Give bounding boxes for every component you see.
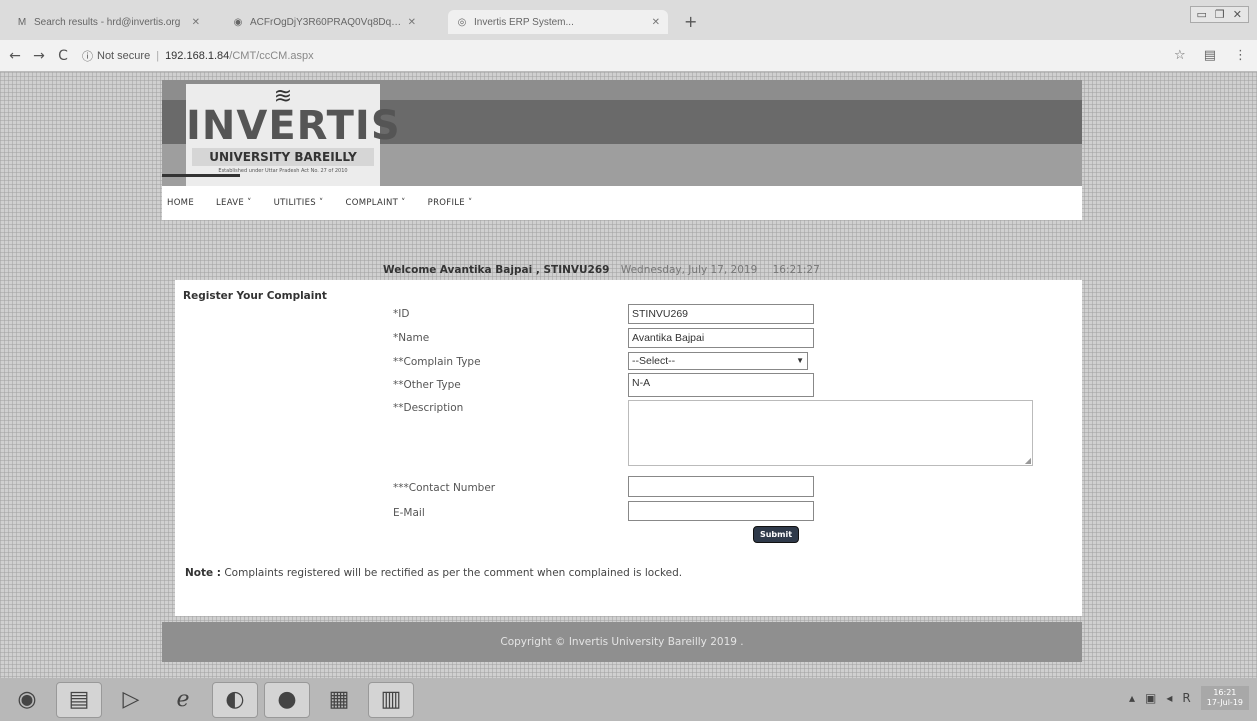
description-label: **Description	[393, 402, 464, 414]
toolbar-right: ☆ ▤ ⋮	[1174, 48, 1247, 63]
nav-item-home[interactable]: HOME	[167, 198, 194, 208]
nav-item-complaint[interactable]: COMPLAINT ˅	[346, 198, 406, 208]
copyright-text: Copyright © Invertis University Bareilly…	[500, 636, 744, 648]
clock-time: 16:21	[1213, 688, 1237, 697]
info-icon[interactable]: ⓘ	[82, 48, 93, 64]
media-player-icon[interactable]: ▷	[108, 682, 154, 718]
browser-tab-active[interactable]: ◎ Invertis ERP System... ✕	[448, 10, 668, 34]
tab-title: Search results - hrd@invertis.org	[34, 16, 181, 28]
footer: Copyright © Invertis University Bareilly…	[162, 622, 1082, 662]
note-label: Note :	[185, 567, 221, 579]
tab-title: ACFrOgDjY3R60PRAQ0Vq8DqlsU	[250, 16, 402, 28]
app-circle-icon[interactable]: ●	[264, 681, 310, 718]
other-type-field[interactable]: N-A	[628, 373, 814, 397]
system-tray: ▴ ▣ ◂ R 16:21 17-Jul-19	[1129, 686, 1249, 710]
main-nav: HOME LEAVE ˅ UTILITIES ˅ COMPLAINT ˅ PRO…	[162, 186, 1082, 220]
window-controls: ▭ ❐ ✕	[1189, 6, 1249, 23]
excel-icon[interactable]: ▦	[316, 682, 362, 718]
start-button-icon[interactable]: ◉	[4, 682, 50, 718]
welcome-label: Welcome	[383, 264, 437, 276]
welcome-bar: Welcome Avantika Bajpai , STINVU269 Wedn…	[383, 264, 820, 276]
welcome-time: 16:21:27	[772, 264, 820, 276]
logo-title: INVERTIS	[186, 103, 401, 149]
divider	[162, 174, 240, 177]
bookmark-star-icon[interactable]: ☆	[1174, 48, 1186, 63]
resize-grip-icon[interactable]: ◢	[1025, 456, 1031, 465]
url-host: 192.168.1.84	[165, 49, 230, 62]
taskbar-clock[interactable]: 16:21 17-Jul-19	[1200, 686, 1249, 710]
name-field[interactable]: Avantika Bajpai	[628, 328, 814, 348]
menu-icon[interactable]: ⋮	[1234, 48, 1247, 63]
minimize-icon[interactable]: ▭	[1197, 8, 1207, 21]
restore-icon[interactable]: ❐	[1215, 8, 1225, 21]
url-field[interactable]: ⓘ Not secure | 192.168.1.84 /CMT/ccCM.as…	[82, 48, 314, 64]
close-icon[interactable]: ✕	[408, 17, 416, 28]
id-label: *ID	[393, 308, 410, 320]
forward-arrow-icon[interactable]: →	[30, 48, 48, 64]
reload-icon[interactable]: C	[54, 48, 72, 64]
email-field[interactable]	[628, 501, 814, 521]
browser-tab-bar: M Search results - hrd@invertis.org ✕ ◉ …	[0, 0, 1257, 40]
word-icon[interactable]: ▥	[368, 681, 414, 718]
browser-tab[interactable]: M Search results - hrd@invertis.org ✕	[8, 10, 208, 34]
complaint-form-panel: Register Your Complaint *ID STINVU269 *N…	[175, 280, 1082, 616]
logo-subtitle: UNIVERSITY BAREILLY	[192, 148, 374, 166]
network-icon[interactable]: ▣	[1145, 691, 1156, 705]
complain-type-value: --Select--	[632, 355, 676, 367]
chrome-icon[interactable]: ◐	[212, 681, 258, 718]
tray-arrow-icon[interactable]: ▴	[1129, 691, 1135, 705]
nav-item-leave[interactable]: LEAVE ˅	[216, 198, 252, 208]
keyboard-icon[interactable]: R	[1182, 691, 1190, 705]
nav-item-utilities[interactable]: UTILITIES ˅	[274, 198, 324, 208]
note-text: Note : Complaints registered will be rec…	[185, 567, 682, 579]
close-window-icon[interactable]: ✕	[1233, 8, 1242, 21]
email-label: E-Mail	[393, 507, 425, 519]
security-status: Not secure	[97, 49, 151, 62]
address-bar: ← → C ⓘ Not secure | 192.168.1.84 /CMT/c…	[0, 40, 1257, 72]
taskbar: ◉ ▤ ▷ ℯ ◐ ● ▦ ▥ ▴ ▣ ◂ R 16:21 17-Jul-19	[0, 678, 1257, 721]
volume-icon[interactable]: ◂	[1166, 691, 1172, 705]
file-explorer-icon[interactable]: ▤	[56, 681, 102, 718]
globe-icon: ◎	[457, 16, 467, 28]
internet-explorer-icon[interactable]: ℯ	[160, 682, 206, 718]
contact-number-field[interactable]	[628, 476, 814, 497]
extension-icon[interactable]: ▤	[1204, 48, 1216, 63]
submit-button[interactable]: Submit	[753, 526, 799, 543]
close-icon[interactable]: ✕	[652, 17, 660, 28]
note-body: Complaints registered will be rectified …	[224, 567, 683, 579]
url-path: /CMT/ccCM.aspx	[229, 49, 314, 62]
welcome-user: Avantika Bajpai , STINVU269	[439, 264, 610, 276]
close-icon[interactable]: ✕	[192, 17, 200, 28]
page-title: Register Your Complaint	[183, 290, 327, 302]
new-tab-button[interactable]: +	[684, 12, 697, 31]
chrome-page-icon: ◉	[233, 16, 243, 28]
id-field[interactable]: STINVU269	[628, 304, 814, 324]
description-textarea[interactable]: ◢	[628, 400, 1033, 466]
back-arrow-icon[interactable]: ←	[6, 48, 24, 64]
chevron-down-icon: ▼	[796, 356, 804, 365]
complain-type-select[interactable]: --Select-- ▼	[628, 352, 808, 370]
gmail-icon: M	[17, 16, 27, 28]
nav-item-profile[interactable]: PROFILE ˅	[428, 198, 473, 208]
university-logo[interactable]: ≋ INVERTIS UNIVERSITY BAREILLY Establish…	[186, 84, 401, 186]
other-type-label: **Other Type	[393, 379, 461, 391]
clock-date: 17-Jul-19	[1206, 698, 1243, 707]
complain-type-label: **Complain Type	[393, 356, 481, 368]
url-separator: |	[156, 49, 160, 62]
contact-label: ***Contact Number	[393, 482, 496, 494]
welcome-date: Wednesday, July 17, 2019	[620, 264, 758, 276]
browser-tab[interactable]: ◉ ACFrOgDjY3R60PRAQ0Vq8DqlsU ✕	[224, 10, 424, 34]
tab-title: Invertis ERP System...	[474, 16, 574, 28]
name-label: *Name	[393, 332, 430, 344]
